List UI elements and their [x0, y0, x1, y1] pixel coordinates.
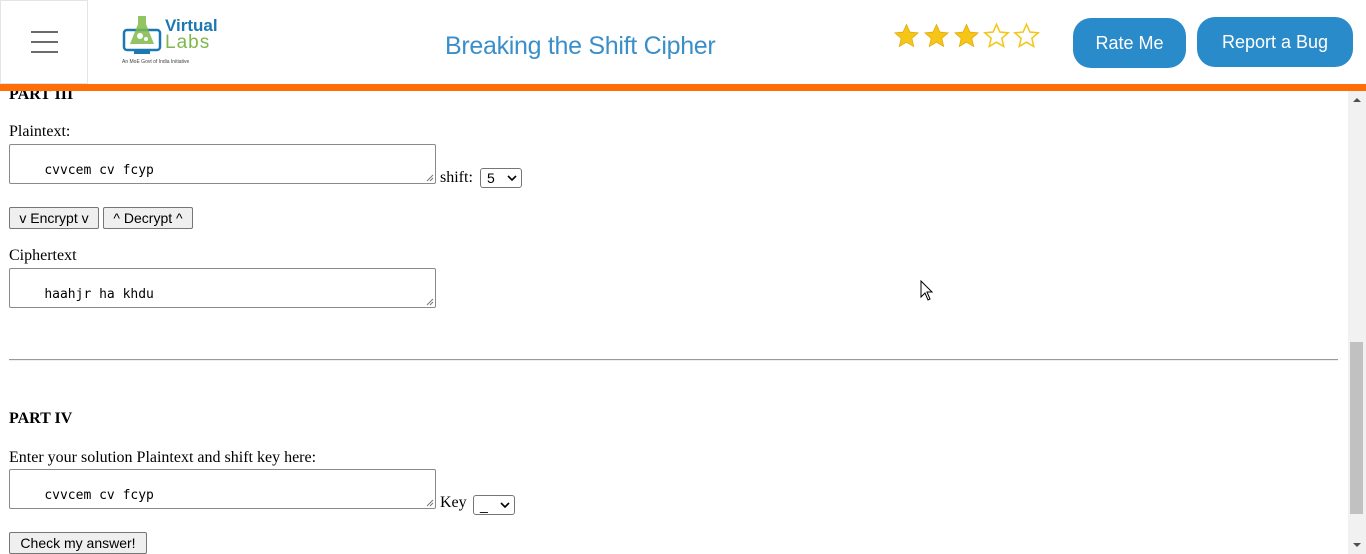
menu-icon-line — [30, 51, 58, 53]
ciphertext-label: Ciphertext — [9, 247, 77, 264]
header-accent-bar — [0, 84, 1366, 91]
scroll-up-arrow-icon[interactable] — [1352, 96, 1362, 104]
resize-grip-icon[interactable] — [426, 174, 434, 182]
solution-plaintext-value: cvvcem cv fcyp — [44, 488, 154, 503]
page-title: Breaking the Shift Cipher — [445, 32, 716, 60]
virtual-labs-logo[interactable]: Virtual Labs An MoE Govt of India Initia… — [120, 14, 230, 70]
vertical-scrollbar[interactable] — [1348, 91, 1366, 554]
hamburger-menu-button[interactable] — [0, 0, 88, 84]
ciphertext-textarea[interactable]: haahjr ha khdu — [9, 268, 436, 308]
check-answer-button[interactable]: Check my answer! — [9, 532, 147, 554]
resize-grip-icon[interactable] — [426, 499, 434, 507]
part-3-heading: PART III — [9, 91, 74, 103]
menu-icon-line — [30, 41, 58, 43]
flask-monitor-icon — [122, 16, 162, 54]
key-label: Key — [440, 494, 467, 511]
scroll-down-arrow-icon[interactable] — [1352, 541, 1362, 549]
chevron-down-icon — [500, 502, 510, 509]
shift-select-value: 5 — [487, 170, 495, 186]
key-select[interactable]: _ — [473, 495, 515, 515]
star-filled-icon[interactable] — [922, 22, 951, 50]
section-divider — [9, 359, 1338, 361]
rate-me-button[interactable]: Rate Me — [1073, 18, 1186, 68]
report-bug-button[interactable]: Report a Bug — [1197, 17, 1353, 67]
chevron-down-icon — [507, 175, 517, 182]
menu-icon-line — [30, 31, 58, 33]
encrypt-button[interactable]: v Encrypt v — [9, 207, 99, 229]
shift-select[interactable]: 5 — [480, 168, 522, 188]
decrypt-button[interactable]: ^ Decrypt ^ — [103, 207, 193, 229]
logo-text-labs: Labs — [165, 32, 211, 53]
ciphertext-value: haahjr ha khdu — [44, 287, 154, 302]
star-filled-icon[interactable] — [952, 22, 981, 50]
resize-grip-icon[interactable] — [426, 298, 434, 306]
star-filled-icon[interactable] — [892, 22, 921, 50]
plaintext-value: cvvcem cv fcyp — [44, 163, 154, 178]
part-4-heading: PART IV — [9, 410, 73, 427]
logo-tagline: An MoE Govt of India Initiative — [122, 59, 190, 65]
star-empty-icon[interactable] — [982, 22, 1011, 50]
scrollbar-thumb[interactable] — [1350, 342, 1363, 514]
key-select-value: _ — [480, 497, 488, 513]
mouse-pointer-icon — [920, 280, 934, 301]
star-empty-icon[interactable] — [1012, 22, 1041, 50]
top-navigation-bar: Virtual Labs An MoE Govt of India Initia… — [0, 0, 1366, 84]
solution-plaintext-textarea[interactable]: cvvcem cv fcyp — [9, 469, 436, 509]
shift-label: shift: — [440, 169, 473, 186]
star-rating[interactable] — [892, 22, 1041, 50]
experiment-content: PART III Plaintext: cvvcem cv fcyp shift… — [0, 91, 1348, 554]
plaintext-textarea[interactable]: cvvcem cv fcyp — [9, 144, 436, 184]
plaintext-label: Plaintext: — [9, 123, 71, 140]
solution-instruction: Enter your solution Plaintext and shift … — [9, 449, 317, 466]
